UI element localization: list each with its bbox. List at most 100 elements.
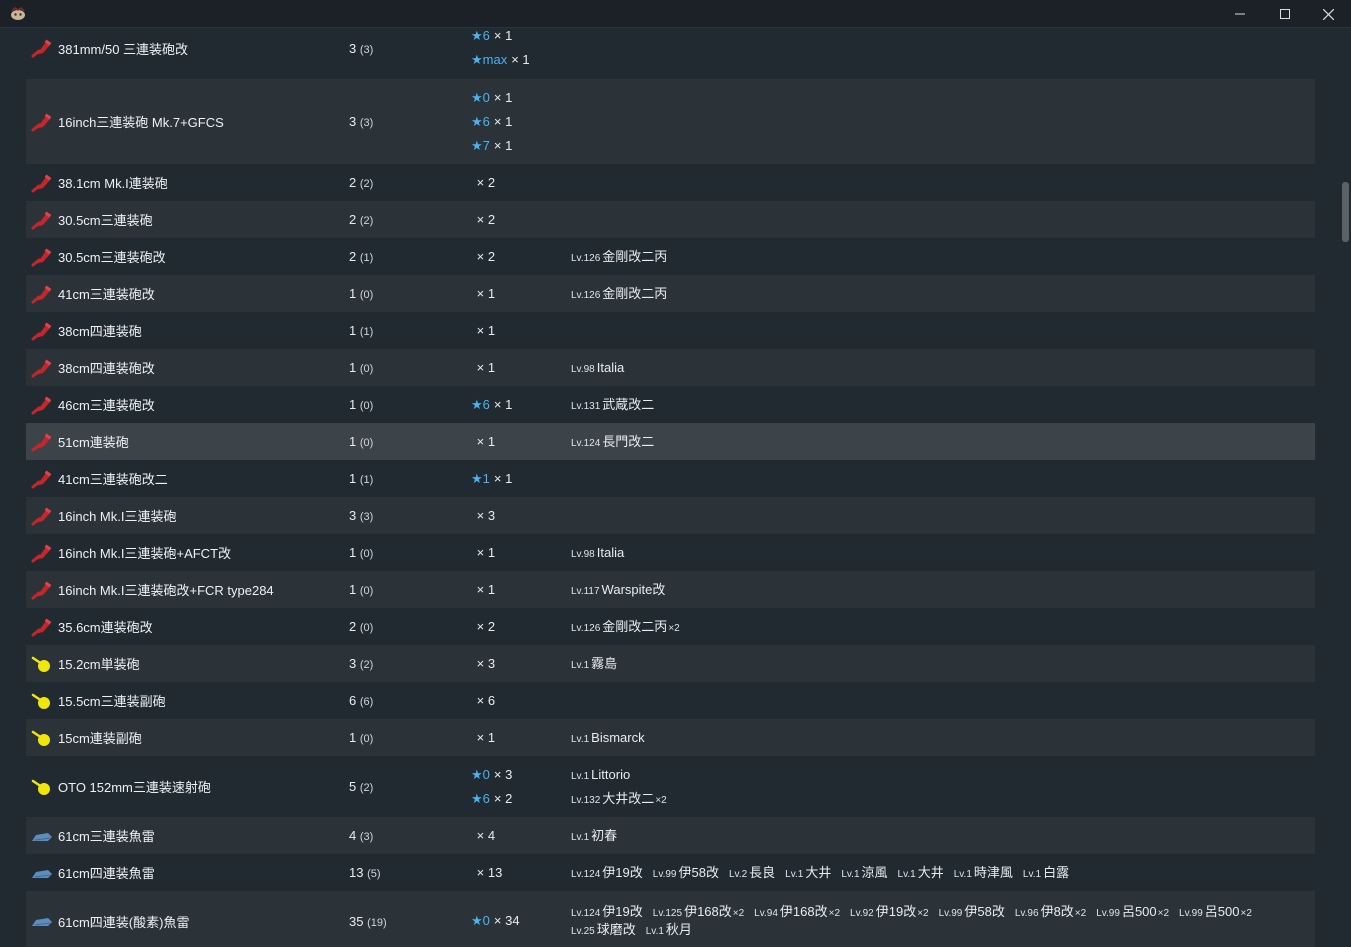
ship-entry[interactable]: Lv.1 時津風: [954, 861, 1013, 885]
table-row[interactable]: 41cm三連装砲改1 (0)★× 1Lv.126金剛改二丙: [26, 275, 1315, 312]
improvement-star: ★7: [471, 137, 490, 153]
ship-entry[interactable]: Lv.1 涼風: [841, 861, 887, 885]
improvement-star: ★6: [471, 396, 490, 412]
ship-name: 伊8改: [1040, 904, 1074, 919]
improvement-line: ★6 × 1: [471, 29, 571, 48]
table-row[interactable]: 15cm連装副砲1 (0)★× 1Lv.1Bismarck: [26, 719, 1315, 756]
ship-entry[interactable]: Lv.125 伊168改×2: [653, 903, 744, 921]
scrollbar-thumb[interactable]: [1342, 182, 1349, 242]
improvement-line: ★× 4: [471, 824, 571, 848]
ship-entry[interactable]: Lv.1 秋月: [646, 921, 692, 939]
ship-multiplier: ×2: [732, 908, 745, 919]
ship-entry[interactable]: Lv.25 球磨改: [571, 921, 636, 939]
table-row[interactable]: 381mm/50 三連装砲改 3 (3) ★6 × 1 ★max × 1: [26, 29, 1315, 79]
count-unequipped: (6): [359, 696, 374, 708]
table-row[interactable]: 61cm四連装(酸素)魚雷 35 (19) ★0 × 34 Lv.124 伊19改 Lv.1…: [26, 891, 1315, 947]
table-row[interactable]: OTO 152mm三連装速射砲 5 (2) ★0 × 3 ★6 × 2 Lv.1 Littor…: [26, 756, 1315, 817]
table-row[interactable]: 41cm三連装砲改二 1 (1) ★1 × 1: [26, 460, 1315, 497]
quantity: × 3: [493, 766, 513, 782]
ship-entry[interactable]: Lv.1 Bismarck: [571, 726, 645, 750]
equipment-list[interactable]: 381mm/50 三連装砲改 3 (3) ★6 × 1 ★max × 1 16inch三連装…: [0, 29, 1351, 947]
improvement-line: ★× 1: [471, 282, 571, 306]
ship-entry[interactable]: Lv.126 金剛改二丙×2: [571, 615, 680, 639]
ship-entry[interactable]: Lv.99 呂500×2: [1179, 903, 1252, 921]
ship-entry[interactable]: Lv.96 伊8改×2: [1015, 903, 1086, 921]
table-row[interactable]: 38.1cm Mk.I連装砲2 (2)★× 2: [26, 164, 1315, 201]
improvement-line: ★× 13: [471, 861, 571, 885]
table-row[interactable]: 61cm四連装魚雷13 (5)★× 13Lv.124伊19改Lv.99伊58改L…: [26, 854, 1315, 891]
table-row[interactable]: 38cm四連装砲改1 (0)★× 1Lv.98Italia: [26, 349, 1315, 386]
ship-entry[interactable]: Lv.124 伊19改: [571, 903, 643, 921]
maximize-icon: [1279, 9, 1290, 19]
ship-name: 時津風: [973, 864, 1013, 880]
ship-entry[interactable]: Lv.126 金剛改二丙: [571, 245, 667, 269]
main-gun-icon: [26, 395, 58, 415]
table-row[interactable]: 46cm三連装砲改 1 (0) ★6 × 1 Lv.131 武蔵改二: [26, 386, 1315, 423]
ship-level: Lv.1: [645, 926, 664, 937]
equipment-count: 1 (0): [349, 582, 471, 597]
table-row[interactable]: 61cm三連装魚雷4 (3)★× 4Lv.1初春: [26, 817, 1315, 854]
ship-entry[interactable]: Lv.98 Italia: [571, 541, 624, 565]
ship-entry[interactable]: Lv.1 霧島: [571, 652, 617, 676]
secondary-gun-icon: [26, 654, 58, 674]
improvement-star: ★0: [471, 89, 490, 105]
ship-name: 大井改二: [602, 790, 655, 806]
main-gun-icon: [26, 432, 58, 452]
table-row[interactable]: 38cm四連装砲1 (1)★× 1: [26, 312, 1315, 349]
improvement-star: ★1: [471, 470, 490, 486]
improvement-levels: ★× 1: [471, 282, 571, 306]
ship-entry[interactable]: Lv.94 伊168改×2: [754, 903, 840, 921]
ship-entry[interactable]: Lv.126 金剛改二丙: [571, 282, 667, 306]
count-unequipped: (0): [359, 400, 374, 412]
maximize-button[interactable]: [1262, 0, 1307, 28]
main-gun-icon: [26, 358, 58, 378]
improvement-levels: ★× 2: [471, 208, 571, 232]
ship-entry[interactable]: Lv.98 Italia: [571, 356, 624, 380]
table-row[interactable]: 16inch三連装砲 Mk.7+GFCS 3 (3) ★0 × 1 ★6 × 1 ★7 × 1: [26, 79, 1315, 164]
equipment-name: 35.6cm連装砲改: [58, 620, 153, 635]
ship-entry[interactable]: Lv.1 初春: [571, 824, 617, 848]
ship-entry[interactable]: Lv.124 伊19改: [571, 861, 643, 885]
torpedo-icon: [26, 863, 58, 883]
table-row[interactable]: 30.5cm三連装砲2 (2)★× 2: [26, 201, 1315, 238]
ship-multiplier: ×2: [1240, 908, 1252, 919]
ship-name: 伊19改: [875, 904, 917, 919]
ship-entry[interactable]: Lv.124 長門改二: [571, 430, 654, 454]
ship-level: Lv.131: [571, 400, 601, 412]
ship-entry[interactable]: Lv.99 伊58改: [939, 903, 1005, 921]
ship-entry[interactable]: Lv.99 伊58改: [653, 861, 719, 885]
table-row[interactable]: 16inch Mk.I三連装砲3 (3)★× 3: [26, 497, 1315, 534]
count-unequipped: (19): [367, 916, 387, 929]
ship-entry[interactable]: Lv.1 Littorio: [571, 763, 630, 787]
improvement-levels: ★1 × 1: [471, 467, 571, 491]
ship-entry[interactable]: Lv.92 伊19改×2: [850, 903, 929, 921]
table-row[interactable]: 15.5cm三連装副砲6 (6)★× 6: [26, 682, 1315, 719]
ship-level: Lv.98: [571, 363, 595, 375]
ship-entry[interactable]: Lv.131 武蔵改二: [571, 393, 654, 417]
table-row[interactable]: 30.5cm三連装砲改2 (1)★× 2Lv.126金剛改二丙: [26, 238, 1315, 275]
ship-entry[interactable]: Lv.2 長良: [729, 861, 775, 885]
ship-entry[interactable]: Lv.1 大井: [785, 861, 831, 885]
ship-entry[interactable]: Lv.1 大井: [898, 861, 944, 885]
main-gun-icon: [26, 210, 58, 230]
ship-entry[interactable]: Lv.99 呂500×2: [1096, 903, 1169, 921]
ship-entry[interactable]: Lv.1 白露: [1023, 861, 1069, 885]
improvement-levels: ★× 1: [471, 430, 571, 454]
table-row[interactable]: 35.6cm連装砲改2 (0)★× 2Lv.126金剛改二丙×2: [26, 608, 1315, 645]
quantity: × 4: [476, 827, 496, 843]
quantity: × 1: [511, 52, 530, 67]
equipped-ships: Lv.124 伊19改 Lv.125 伊168改×2 Lv.94 伊168改×2 Lv.92…: [571, 903, 1315, 939]
table-row[interactable]: 16inch Mk.I三連装砲+AFCT改1 (0)★× 1Lv.98Itali…: [26, 534, 1315, 571]
count-total: 5: [349, 779, 357, 794]
table-row[interactable]: 16inch Mk.I三連装砲改+FCR type2841 (0)★× 1Lv.…: [26, 571, 1315, 608]
ship-name: 伊19改: [602, 864, 643, 880]
minimize-button[interactable]: [1217, 0, 1262, 28]
close-button[interactable]: [1306, 0, 1351, 28]
secondary-gun-icon: [26, 691, 58, 711]
vertical-scrollbar[interactable]: [1340, 29, 1351, 947]
table-row[interactable]: 51cm連装砲1 (0)★× 1Lv.124長門改二: [26, 423, 1315, 460]
table-row[interactable]: 15.2cm単装砲3 (2)★× 3Lv.1霧島: [26, 645, 1315, 682]
ship-entry[interactable]: Lv.117 Warspite改: [571, 578, 665, 602]
equipment-count: 2 (2): [349, 212, 471, 227]
ship-entry[interactable]: Lv.132 大井改二×2: [571, 787, 667, 811]
